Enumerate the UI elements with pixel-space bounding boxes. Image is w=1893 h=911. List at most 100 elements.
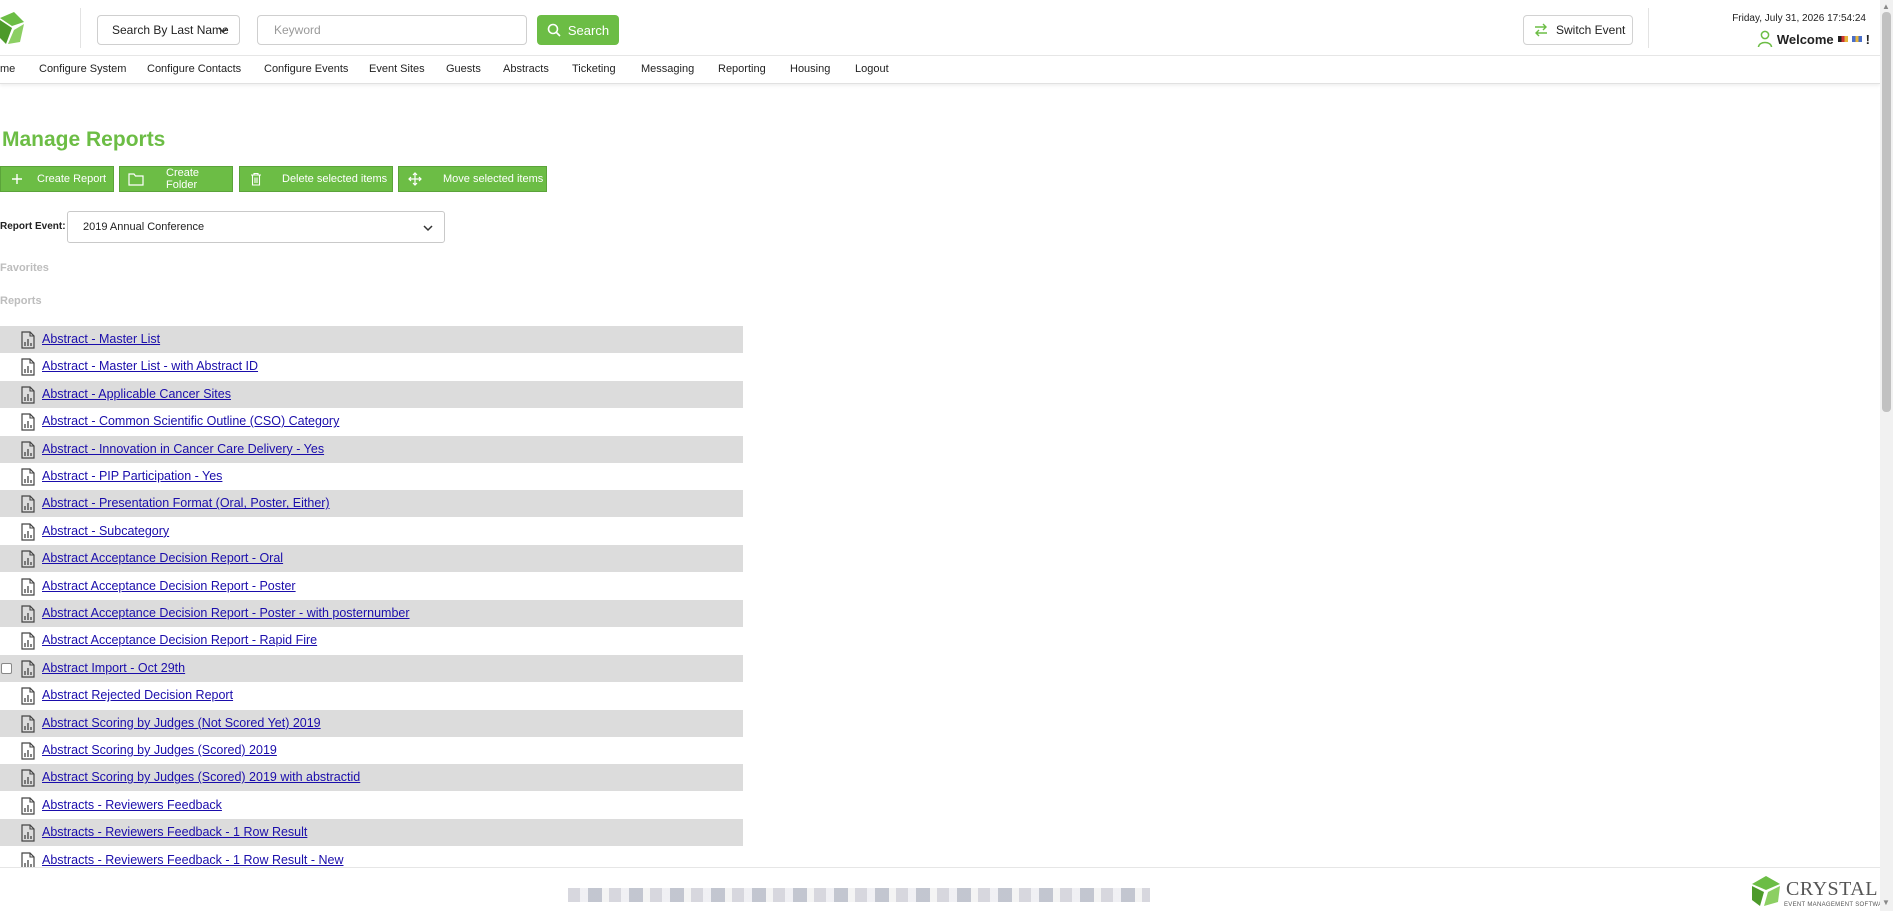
app-logo[interactable] [0, 8, 28, 48]
report-file-icon [21, 386, 35, 404]
report-row: Abstract - Presentation Format (Oral, Po… [0, 490, 743, 518]
report-link[interactable]: Abstract Scoring by Judges (Not Scored Y… [42, 716, 321, 730]
footer: CRYSTAL EVENT MANAGEMENT SOFTWARE [0, 867, 1891, 911]
keyword-input[interactable] [257, 15, 527, 45]
delete-selected-button[interactable]: Delete selected items [239, 166, 393, 192]
report-file-icon [21, 468, 35, 486]
search-icon [547, 23, 561, 37]
report-file-icon [21, 495, 35, 513]
report-link[interactable]: Abstract - Subcategory [42, 524, 169, 538]
report-select-checkbox[interactable] [1, 662, 12, 674]
nav-item-abstracts[interactable]: Abstracts [503, 63, 549, 75]
top-header: Search By Last Name Search Switch Event … [0, 0, 1880, 56]
page-scrollbar[interactable]: ▲ ▼ [1880, 0, 1893, 911]
report-link[interactable]: Abstract Rejected Decision Report [42, 688, 233, 702]
nav-item-housing[interactable]: Housing [790, 63, 830, 75]
crystal-logo-icon [1752, 876, 1780, 906]
search-by-dropdown[interactable]: Search By Last Name [97, 15, 240, 45]
report-file-icon [21, 687, 35, 705]
report-row: Abstract - Innovation in Cancer Care Del… [0, 435, 743, 463]
report-row: Abstract Acceptance Decision Report - Or… [0, 545, 743, 573]
report-link[interactable]: Abstract Acceptance Decision Report - Po… [42, 606, 410, 620]
report-file-icon [21, 824, 35, 842]
chevron-down-icon [423, 225, 433, 232]
report-file-icon [21, 413, 35, 431]
report-row: Abstract - Common Scientific Outline (CS… [0, 408, 743, 435]
report-link[interactable]: Abstract Acceptance Decision Report - Ra… [42, 633, 317, 647]
report-link[interactable]: Abstract Scoring by Judges (Scored) 2019 [42, 743, 277, 757]
welcome-user[interactable]: Welcome ! [1757, 30, 1870, 48]
favorites-heading: Favorites [0, 262, 49, 274]
report-link[interactable]: Abstract - Master List [42, 332, 160, 346]
report-file-icon [21, 742, 35, 760]
search-by-label: Search By Last Name [112, 23, 229, 37]
nav-item-messaging[interactable]: Messaging [641, 63, 694, 75]
report-link[interactable]: Abstract - Master List - with Abstract I… [42, 359, 258, 373]
nav-item-configure-system[interactable]: Configure System [39, 63, 126, 75]
create-folder-button[interactable]: Create Folder [119, 166, 233, 192]
report-row: Abstract - PIP Participation - Yes [0, 463, 743, 490]
search-button[interactable]: Search [537, 15, 619, 45]
report-row: Abstract Scoring by Judges (Scored) 2019 [0, 737, 743, 764]
report-file-icon [21, 440, 35, 459]
report-row: Abstract Rejected Decision Report [0, 682, 743, 709]
name-redacted-icon [1837, 36, 1848, 42]
nav-item-configure-contacts[interactable]: Configure Contacts [147, 63, 241, 75]
report-link[interactable]: Abstract - Innovation in Cancer Care Del… [42, 442, 324, 456]
scroll-thumb[interactable] [1882, 12, 1891, 412]
create-report-label: Create Report [37, 173, 107, 185]
main-nav: me Configure System Configure Contacts C… [0, 56, 1880, 84]
report-link[interactable]: Abstract - PIP Participation - Yes [42, 469, 222, 483]
search-button-label: Search [567, 22, 610, 38]
move-selected-button[interactable]: Move selected items [398, 166, 547, 192]
report-file-icon [21, 577, 35, 596]
footer-redacted-text [568, 888, 1150, 902]
report-row: Abstract - Master List - with Abstract I… [0, 353, 743, 380]
scroll-up-arrow-icon[interactable]: ▲ [1882, 2, 1890, 11]
report-link[interactable]: Abstract Scoring by Judges (Scored) 2019… [42, 770, 360, 784]
report-row: Abstract - Subcategory [0, 518, 743, 545]
report-link[interactable]: Abstract Acceptance Decision Report - Po… [42, 579, 296, 593]
nav-item-configure-events[interactable]: Configure Events [264, 63, 348, 75]
page-title: Manage Reports [2, 128, 166, 151]
report-link[interactable]: Abstract - Presentation Format (Oral, Po… [42, 496, 330, 510]
report-row: Abstract - Applicable Cancer Sites [0, 380, 743, 408]
report-link[interactable]: Abstract Import - Oct 29th [42, 661, 185, 675]
nav-item-logout[interactable]: Logout [855, 63, 889, 75]
report-file-icon [21, 523, 35, 541]
plus-icon [9, 171, 25, 187]
nav-item-reporting[interactable]: Reporting [718, 63, 766, 75]
nav-item-home[interactable]: me [0, 63, 15, 75]
create-report-button[interactable]: Create Report [0, 166, 114, 192]
footer-logo: CRYSTAL EVENT MANAGEMENT SOFTWARE [1750, 872, 1891, 911]
report-row: Abstract - Master List [0, 326, 743, 353]
name-redacted-icon [1851, 36, 1862, 42]
switch-arrows-icon [1535, 23, 1547, 37]
scroll-down-arrow-icon[interactable]: ▼ [1882, 898, 1890, 907]
report-row: Abstract Scoring by Judges (Not Scored Y… [0, 709, 743, 737]
report-row: Abstract Acceptance Decision Report - Ra… [0, 627, 743, 654]
report-row: Abstract Acceptance Decision Report - Po… [0, 600, 743, 627]
page: Search By Last Name Search Switch Event … [0, 0, 1893, 911]
report-event-select[interactable]: 2019 Annual Conference [67, 211, 445, 243]
report-row: Abstract Scoring by Judges (Scored) 2019… [0, 764, 743, 792]
nav-item-guests[interactable]: Guests [446, 63, 481, 75]
nav-item-event-sites[interactable]: Event Sites [369, 63, 425, 75]
nav-item-ticketing[interactable]: Ticketing [572, 63, 616, 75]
report-link[interactable]: Abstracts - Reviewers Feedback [42, 798, 222, 812]
user-icon [1757, 30, 1773, 48]
report-link[interactable]: Abstract Acceptance Decision Report - Or… [42, 551, 283, 565]
report-file-icon [21, 769, 35, 787]
switch-event-button[interactable]: Switch Event [1523, 15, 1633, 45]
delete-selected-label: Delete selected items [282, 173, 388, 185]
header-divider [80, 8, 81, 48]
report-file-icon [21, 331, 35, 349]
report-link[interactable]: Abstracts - Reviewers Feedback - 1 Row R… [42, 853, 343, 867]
report-link[interactable]: Abstracts - Reviewers Feedback - 1 Row R… [42, 825, 307, 839]
header-divider [1648, 8, 1649, 48]
report-file-icon [21, 632, 35, 650]
report-file-icon [21, 605, 35, 623]
report-link[interactable]: Abstract - Applicable Cancer Sites [42, 387, 231, 401]
report-link[interactable]: Abstract - Common Scientific Outline (CS… [42, 414, 339, 428]
create-folder-label: Create Folder [166, 167, 200, 191]
